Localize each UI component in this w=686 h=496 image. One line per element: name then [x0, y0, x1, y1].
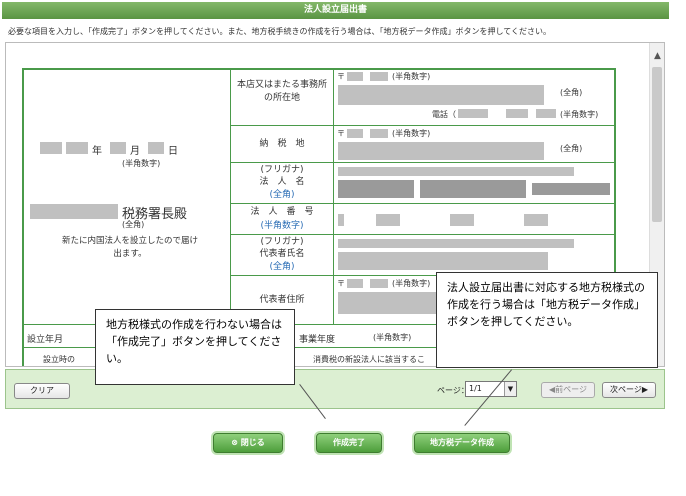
corp-number-2[interactable] — [450, 214, 474, 226]
close-button[interactable]: ⊗ 閉じる — [213, 433, 283, 453]
tax-place-zip1[interactable] — [347, 129, 363, 138]
label-rep-name: (フリガナ) 代表者氏名 (全角) — [230, 234, 334, 276]
corp-name-furigana-field[interactable] — [338, 167, 574, 176]
rep-name-value-cell — [333, 234, 616, 276]
label-hq: 本店又はまたる事務所の所在地 — [230, 68, 334, 126]
tax-place-value-cell: 〒 (半角数字) (全角) — [333, 125, 616, 163]
next-icon: ▶ — [641, 385, 648, 394]
window-title-bar: 法人設立届出書 — [2, 2, 669, 19]
month-label: 月 — [130, 146, 140, 157]
hq-phone3[interactable] — [536, 109, 556, 118]
label-corp-name: (フリガナ) 法 人 名 (全角) — [230, 162, 334, 204]
clear-button[interactable]: クリア — [14, 383, 70, 399]
declaration-text: 新たに内国法人を設立したので届け出ます。 — [61, 236, 198, 259]
label-corp-number: 法 人 番 号 (半角数字) — [230, 203, 334, 235]
scroll-up-icon[interactable]: ▲ — [650, 49, 664, 64]
corp-name-field-3[interactable] — [532, 183, 610, 195]
corp-name-field-2[interactable] — [420, 180, 526, 198]
prev-page-button[interactable]: ◀前ページ — [541, 382, 595, 398]
corp-name-value-cell — [333, 162, 616, 204]
tax-office-hint: (全角) — [122, 220, 145, 229]
year-label: 年 — [92, 146, 102, 157]
callout-left: 地方税様式の作成を行わない場合は「作成完了」ボタンを押してください。 — [95, 309, 295, 385]
corp-number-check[interactable] — [338, 214, 344, 226]
era-field[interactable] — [40, 142, 62, 154]
hq-phone2[interactable] — [506, 109, 528, 118]
hq-value-cell: 〒 (半角数字) (全角) 電話（ (半角数字) — [333, 68, 616, 126]
instruction-text: 必要な項目を入力し、「作成完了」ボタンを押してください。また、地方税手続きの作成… — [8, 27, 552, 36]
hq-zip2[interactable] — [370, 72, 388, 81]
page-select-value: 1/1 — [469, 384, 482, 393]
label-tax-place: 納 税 地 — [230, 125, 334, 163]
rep-name-furigana-field[interactable] — [338, 239, 574, 248]
scroll-thumb[interactable] — [652, 67, 662, 222]
complete-button[interactable]: 作成完了 — [316, 433, 382, 453]
day-label: 日 — [168, 146, 178, 157]
callout-right: 法人設立届出書に対応する地方税様式の作成を行う場合は「地方税データ作成」ボタンを… — [436, 272, 658, 368]
rep-zip2[interactable] — [370, 279, 388, 288]
hq-zip1[interactable] — [347, 72, 363, 81]
corp-number-3[interactable] — [524, 214, 548, 226]
month-field[interactable] — [110, 142, 126, 154]
next-page-button[interactable]: 次ページ▶ — [602, 382, 656, 398]
window-title: 法人設立届出書 — [303, 5, 367, 15]
tax-place-address-field[interactable] — [338, 142, 544, 160]
rep-name-field[interactable] — [338, 252, 548, 270]
corp-number-value-cell — [333, 203, 616, 235]
local-tax-data-button[interactable]: 地方税データ作成 — [414, 433, 510, 453]
close-icon: ⊗ — [231, 438, 241, 447]
corp-number-1[interactable] — [376, 214, 400, 226]
hq-phone1[interactable] — [458, 109, 488, 118]
day-field[interactable] — [148, 142, 164, 154]
corp-name-field-1[interactable] — [338, 180, 414, 198]
rep-zip1[interactable] — [347, 279, 363, 288]
hq-address-field[interactable] — [338, 85, 544, 105]
chevron-down-icon[interactable]: ▼ — [504, 382, 516, 396]
date-hint: (半角数字) — [122, 159, 161, 168]
year-field[interactable] — [66, 142, 88, 154]
tax-office-field[interactable] — [30, 204, 118, 219]
tax-place-zip2[interactable] — [370, 129, 388, 138]
